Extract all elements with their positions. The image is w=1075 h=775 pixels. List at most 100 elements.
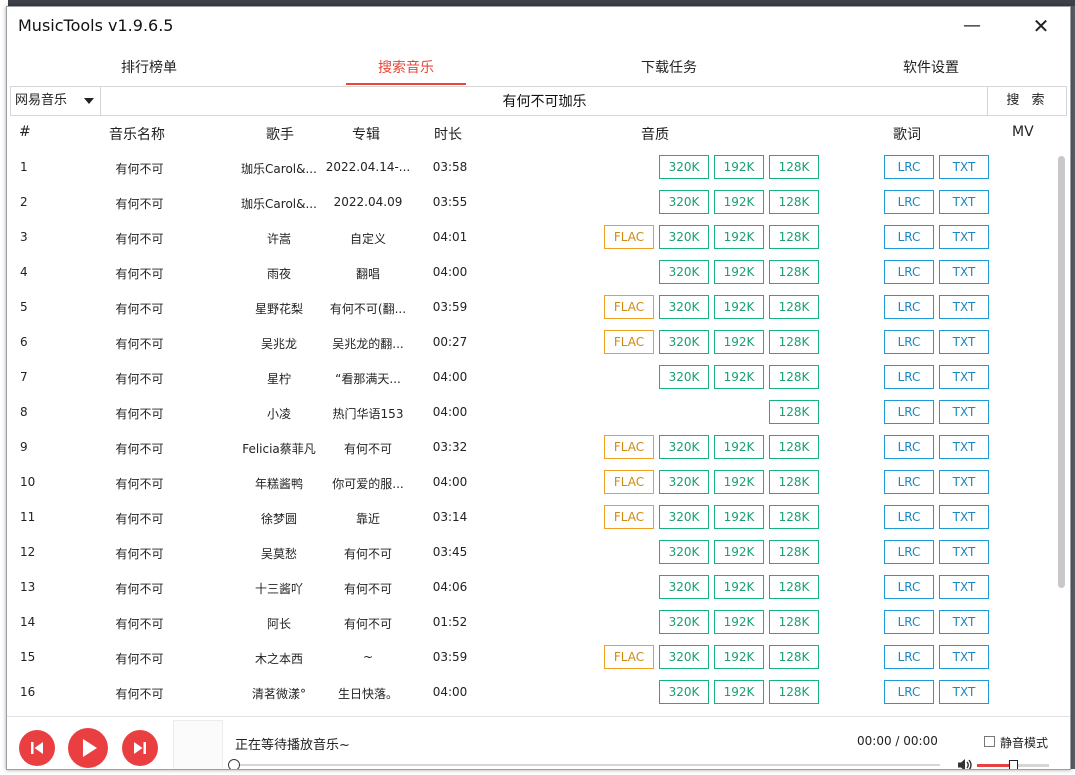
quality-128k-button[interactable]: 128K (769, 365, 819, 389)
lyrics-lrc-button[interactable]: LRC (884, 680, 934, 704)
progress-handle[interactable] (228, 759, 240, 769)
tab-downloads[interactable]: 下载任务 (604, 51, 734, 85)
quality-128k-button[interactable]: 128K (769, 470, 819, 494)
search-button[interactable]: 搜 索 (987, 87, 1067, 115)
quality-320k-button[interactable]: 320K (659, 435, 709, 459)
quality-192k-button[interactable]: 192K (714, 190, 764, 214)
lyrics-txt-button[interactable]: TXT (939, 435, 989, 459)
lyrics-lrc-button[interactable]: LRC (884, 295, 934, 319)
lyrics-lrc-button[interactable]: LRC (884, 575, 934, 599)
lyrics-txt-button[interactable]: TXT (939, 260, 989, 284)
quality-128k-button[interactable]: 128K (769, 330, 819, 354)
search-input[interactable] (102, 87, 987, 115)
quality-flac-button[interactable]: FLAC (604, 505, 654, 529)
table-row[interactable]: 13 有何不可 十三酱吖 有何不可 04:06 320K 192K 128K LRC TXT (7, 570, 1057, 605)
table-row[interactable]: 9 有何不可 Felicia蔡菲凡 有何不可 03:32 FLAC 320K 192K 128K… (7, 430, 1057, 465)
lyrics-txt-button[interactable]: TXT (939, 330, 989, 354)
quality-128k-button[interactable]: 128K (769, 540, 819, 564)
quality-flac-button[interactable]: FLAC (604, 330, 654, 354)
lyrics-txt-button[interactable]: TXT (939, 610, 989, 634)
lyrics-txt-button[interactable]: TXT (939, 295, 989, 319)
play-button[interactable] (68, 728, 108, 768)
quality-192k-button[interactable]: 192K (714, 260, 764, 284)
next-button[interactable] (122, 730, 158, 766)
lyrics-lrc-button[interactable]: LRC (884, 260, 934, 284)
lyrics-txt-button[interactable]: TXT (939, 540, 989, 564)
volume-handle[interactable] (1009, 760, 1018, 769)
quality-320k-button[interactable]: 320K (659, 330, 709, 354)
quality-128k-button[interactable]: 128K (769, 260, 819, 284)
speaker-icon[interactable] (957, 758, 973, 770)
previous-button[interactable] (19, 730, 55, 766)
quality-flac-button[interactable]: FLAC (604, 470, 654, 494)
table-row[interactable]: 4 有何不可 雨夜 翻唱 04:00 320K 192K 128K LRC TXT (7, 255, 1057, 290)
lyrics-lrc-button[interactable]: LRC (884, 470, 934, 494)
lyrics-lrc-button[interactable]: LRC (884, 645, 934, 669)
quality-320k-button[interactable]: 320K (659, 260, 709, 284)
quality-192k-button[interactable]: 192K (714, 505, 764, 529)
quality-320k-button[interactable]: 320K (659, 295, 709, 319)
lyrics-lrc-button[interactable]: LRC (884, 400, 934, 424)
table-row[interactable]: 14 有何不可 阿长 有何不可 01:52 320K 192K 128K LRC TXT (7, 605, 1057, 640)
source-select[interactable]: 网易音乐 (11, 87, 101, 115)
lyrics-lrc-button[interactable]: LRC (884, 330, 934, 354)
quality-320k-button[interactable]: 320K (659, 225, 709, 249)
quality-192k-button[interactable]: 192K (714, 155, 764, 179)
quality-192k-button[interactable]: 192K (714, 295, 764, 319)
minimize-button[interactable]: — (952, 13, 992, 39)
quality-320k-button[interactable]: 320K (659, 365, 709, 389)
quality-192k-button[interactable]: 192K (714, 225, 764, 249)
quality-flac-button[interactable]: FLAC (604, 295, 654, 319)
quality-192k-button[interactable]: 192K (714, 540, 764, 564)
lyrics-lrc-button[interactable]: LRC (884, 225, 934, 249)
quality-192k-button[interactable]: 192K (714, 470, 764, 494)
lyrics-txt-button[interactable]: TXT (939, 365, 989, 389)
quality-320k-button[interactable]: 320K (659, 190, 709, 214)
quality-320k-button[interactable]: 320K (659, 470, 709, 494)
tab-charts[interactable]: 排行榜单 (84, 51, 214, 85)
quality-128k-button[interactable]: 128K (769, 680, 819, 704)
quality-320k-button[interactable]: 320K (659, 645, 709, 669)
quality-128k-button[interactable]: 128K (769, 645, 819, 669)
quality-128k-button[interactable]: 128K (769, 505, 819, 529)
close-button[interactable]: ✕ (1021, 13, 1061, 39)
scrollbar-thumb[interactable] (1058, 156, 1065, 588)
table-row[interactable]: 6 有何不可 吴兆龙 吴兆龙的翻... 00:27 FLAC 320K 192K 128K LRC… (7, 325, 1057, 360)
quality-192k-button[interactable]: 192K (714, 435, 764, 459)
quality-320k-button[interactable]: 320K (659, 155, 709, 179)
quality-192k-button[interactable]: 192K (714, 575, 764, 599)
table-row[interactable]: 7 有何不可 星柠 “看那满天... 04:00 320K 192K 128K LRC TXT (7, 360, 1057, 395)
quality-flac-button[interactable]: FLAC (604, 225, 654, 249)
table-row[interactable]: 15 有何不可 木之本西 ~03:59 FLAC 320K 192K 128K LRC TXT (7, 640, 1057, 675)
quality-320k-button[interactable]: 320K (659, 540, 709, 564)
lyrics-txt-button[interactable]: TXT (939, 190, 989, 214)
quality-192k-button[interactable]: 192K (714, 645, 764, 669)
quality-320k-button[interactable]: 320K (659, 610, 709, 634)
quality-flac-button[interactable]: FLAC (604, 435, 654, 459)
quality-192k-button[interactable]: 192K (714, 330, 764, 354)
quality-320k-button[interactable]: 320K (659, 680, 709, 704)
lyrics-txt-button[interactable]: TXT (939, 155, 989, 179)
table-row[interactable]: 12 有何不可 吴莫愁 有何不可 03:45 320K 192K 128K LRC TXT (7, 535, 1057, 570)
lyrics-txt-button[interactable]: TXT (939, 470, 989, 494)
quality-192k-button[interactable]: 192K (714, 680, 764, 704)
lyrics-txt-button[interactable]: TXT (939, 575, 989, 599)
lyrics-lrc-button[interactable]: LRC (884, 365, 934, 389)
table-row[interactable]: 10 有何不可 年糕酱鸭 你可爱的服... 04:00 FLAC 320K 192K 128K L… (7, 465, 1057, 500)
quality-320k-button[interactable]: 320K (659, 505, 709, 529)
lyrics-lrc-button[interactable]: LRC (884, 505, 934, 529)
table-row[interactable]: 11 有何不可 徐梦圆 靠近 03:14 FLAC 320K 192K 128K LRC TXT (7, 500, 1057, 535)
table-row[interactable]: 8 有何不可 小凌 热门华语153 04:00 128K LRC TXT (7, 395, 1057, 430)
mute-checkbox[interactable] (984, 736, 995, 747)
lyrics-txt-button[interactable]: TXT (939, 225, 989, 249)
lyrics-txt-button[interactable]: TXT (939, 505, 989, 529)
progress-track[interactable] (234, 764, 940, 766)
quality-flac-button[interactable]: FLAC (604, 645, 654, 669)
quality-192k-button[interactable]: 192K (714, 365, 764, 389)
lyrics-lrc-button[interactable]: LRC (884, 610, 934, 634)
table-row[interactable]: 3 有何不可 许嵩 自定义 04:01 FLAC 320K 192K 128K LRC TXT (7, 220, 1057, 255)
lyrics-lrc-button[interactable]: LRC (884, 155, 934, 179)
tab-search[interactable]: 搜索音乐 (341, 51, 471, 85)
table-row[interactable]: 2 有何不可 珈乐Carol&... 2022.04.09 03:55 320K 192K 1… (7, 185, 1057, 220)
quality-128k-button[interactable]: 128K (769, 400, 819, 424)
